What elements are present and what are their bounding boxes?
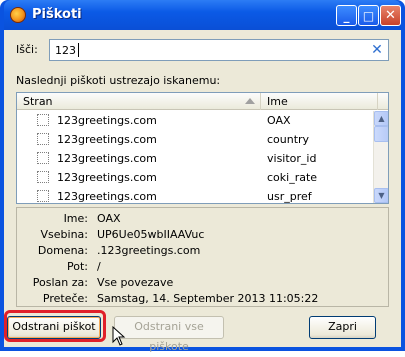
minimize-button[interactable]: _ [336, 5, 357, 26]
cookies-window: Piškoti _ □ ✕ Išči: 123 ✕ Naslednji pišk… [0, 0, 405, 353]
detail-value: OAX [97, 212, 121, 225]
cell-name: country [267, 133, 310, 146]
row-focus-box [37, 171, 49, 183]
close-button[interactable]: Zapri [309, 316, 376, 339]
table-row[interactable]: 123greetings.com OAX [17, 111, 374, 130]
cookie-details: Ime: OAX Vsebina: UP6Ue05wbIIAAVuc Domen… [16, 207, 389, 307]
scroll-down-icon[interactable]: ▼ [374, 188, 388, 203]
scroll-up-icon[interactable]: ▲ [374, 111, 388, 126]
cell-name: visitor_id [267, 152, 317, 165]
cell-name: OAX [267, 114, 291, 127]
detail-row: Domena: .123greetings.com [17, 244, 390, 259]
window-title: Piškoti [32, 7, 82, 22]
cell-site: 123greetings.com [57, 114, 157, 127]
detail-value: Vse povezave [97, 276, 174, 289]
detail-row: Pot: / [17, 260, 390, 275]
cell-site: 123greetings.com [57, 171, 157, 184]
row-focus-box [37, 114, 49, 126]
detail-row: Poslan za: Vse povezave [17, 276, 390, 291]
detail-label: Vsebina: [40, 228, 88, 241]
cell-name: usr_pref [267, 190, 312, 203]
cell-name: coki_rate [267, 171, 318, 184]
row-focus-box [37, 133, 49, 145]
table-row[interactable]: 123greetings.com country [17, 130, 374, 149]
detail-row: Vsebina: UP6Ue05wbIIAAVuc [17, 228, 390, 243]
detail-row: Ime: OAX [17, 212, 390, 227]
sort-ascending-icon [245, 98, 255, 104]
scroll-thumb[interactable] [374, 126, 388, 142]
search-label: Išči: [16, 43, 38, 56]
remove-cookie-button[interactable]: Odstrani piškot [7, 316, 101, 339]
detail-label: Domena: [37, 244, 88, 257]
detail-value: / [97, 260, 101, 273]
vertical-scrollbar[interactable]: ▲ ▼ [373, 111, 388, 203]
detail-label: Pot: [67, 260, 88, 273]
cell-site: 123greetings.com [57, 133, 157, 146]
mouse-cursor-icon [112, 326, 126, 346]
cookies-table[interactable]: Stran Ime 123greetings.com OAX 123greeti… [16, 92, 389, 204]
detail-label: Preteče: [42, 292, 88, 305]
maximize-button[interactable]: □ [358, 5, 379, 26]
table-row[interactable]: 123greetings.com coki_rate [17, 168, 374, 187]
cell-site: 123greetings.com [57, 152, 157, 165]
column-header-site[interactable]: Stran [17, 93, 261, 110]
table-row[interactable]: 123greetings.com usr_pref [17, 187, 374, 203]
row-focus-box [37, 152, 49, 164]
table-header: Stran Ime [17, 93, 388, 110]
detail-value: Samstag, 14. September 2013 11:05:22 [97, 292, 319, 305]
cell-site: 123greetings.com [57, 190, 157, 203]
table-rows: 123greetings.com OAX 123greetings.com co… [17, 111, 374, 203]
clear-icon[interactable]: ✕ [369, 42, 385, 58]
column-header-name[interactable]: Ime [261, 93, 378, 110]
search-value: 123 [55, 44, 76, 57]
title-bar[interactable]: Piškoti _ □ ✕ [4, 0, 401, 30]
detail-label: Ime: [63, 212, 88, 225]
remove-all-cookies-button[interactable]: Odstrani vse piškote [114, 316, 224, 353]
text-caret [78, 43, 79, 57]
results-label: Naslednji piškoti ustrezajo iskanemu: [16, 74, 221, 87]
dialog-body: Išči: 123 ✕ Naslednji piškoti ustrezajo … [4, 30, 401, 353]
firefox-icon [10, 7, 26, 23]
detail-value: .123greetings.com [97, 244, 201, 257]
detail-label: Poslan za: [32, 276, 88, 289]
close-window-button[interactable]: ✕ [380, 5, 401, 26]
row-focus-box [37, 190, 49, 202]
search-input[interactable]: 123 ✕ [49, 39, 389, 61]
detail-row: Preteče: Samstag, 14. September 2013 11:… [17, 292, 390, 307]
detail-value: UP6Ue05wbIIAAVuc [97, 228, 205, 241]
table-row[interactable]: 123greetings.com visitor_id [17, 149, 374, 168]
